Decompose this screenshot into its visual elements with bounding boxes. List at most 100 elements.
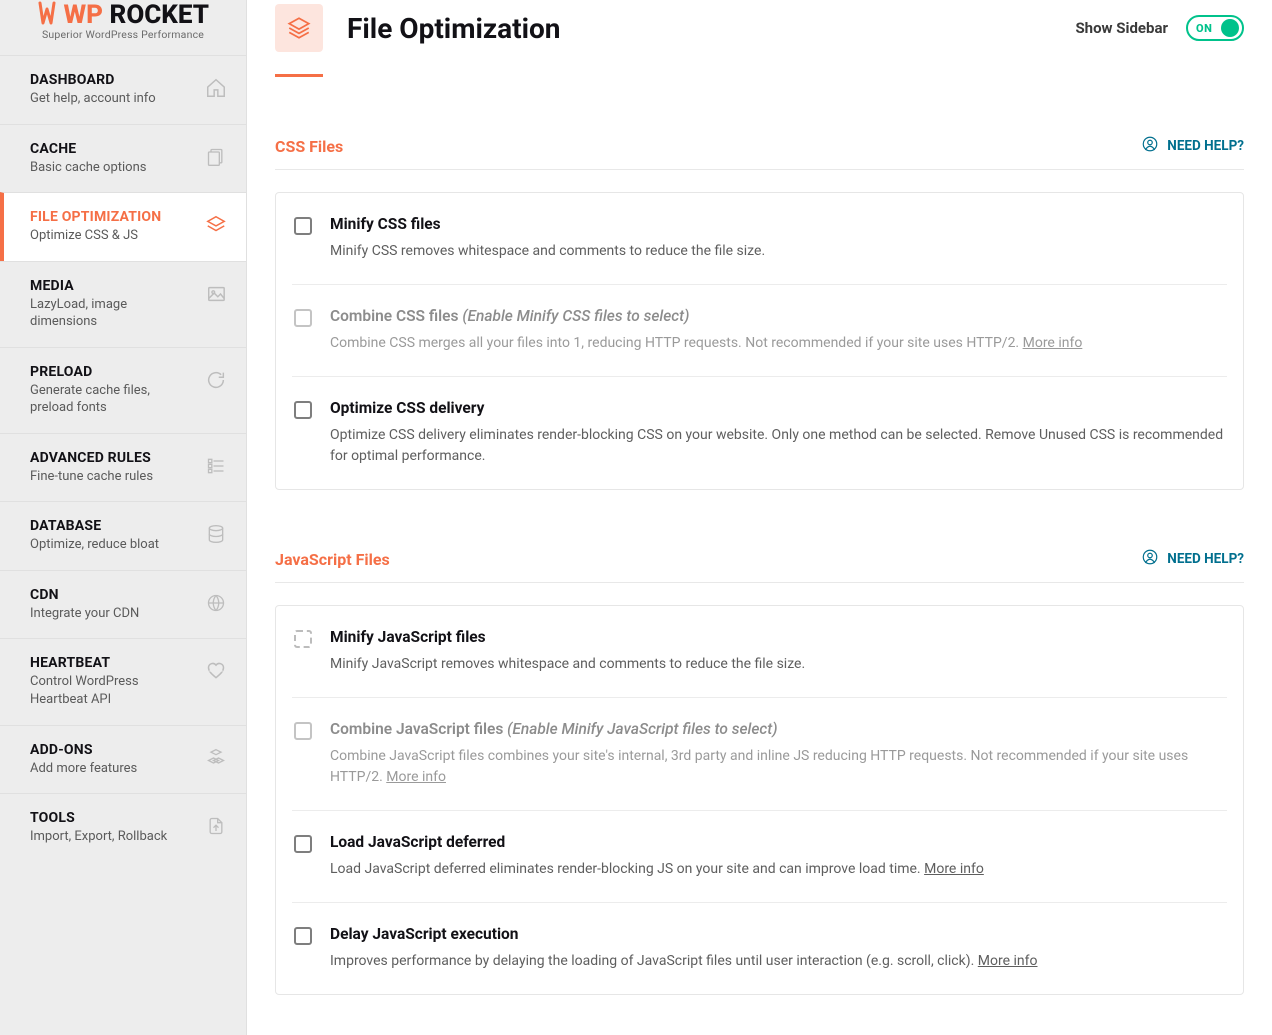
option-defer-js: Load JavaScript deferred Load JavaScript…: [292, 810, 1227, 902]
files-icon: [204, 145, 228, 169]
option-label: Delay JavaScript execution: [330, 925, 1225, 943]
nav-item-database[interactable]: DATABASE Optimize, reduce bloat: [0, 501, 246, 570]
need-help-label: NEED HELP?: [1167, 551, 1244, 567]
checkbox-combine-js: [294, 722, 312, 740]
option-label: Minify JavaScript files: [330, 628, 1225, 646]
show-sidebar-label: Show Sidebar: [1075, 19, 1168, 37]
nav-desc: Optimize, reduce bloat: [30, 536, 196, 554]
nav-desc: Import, Export, Rollback: [30, 828, 196, 846]
nav-title: DASHBOARD: [30, 72, 196, 88]
show-sidebar-toggle[interactable]: ON: [1186, 15, 1244, 41]
section-js: JavaScript Files NEED HELP? Minify JavaS…: [275, 548, 1244, 995]
panel-css: Minify CSS files Minify CSS removes whit…: [275, 192, 1244, 490]
option-optimize-css: Optimize CSS delivery Optimize CSS deliv…: [292, 376, 1227, 489]
checkbox-minify-js[interactable]: [294, 630, 312, 648]
nav-desc: Generate cache files, preload fonts: [30, 382, 196, 417]
nav: DASHBOARD Get help, account info CACHE B…: [0, 55, 246, 862]
nav-desc: Control WordPress Heartbeat API: [30, 673, 196, 708]
toggle-on-text: ON: [1196, 22, 1212, 35]
option-desc: Combine CSS merges all your files into 1…: [330, 333, 1225, 354]
globe-icon: [204, 591, 228, 615]
brand-logo: WP ROCKET Superior WordPress Performance: [0, 0, 246, 55]
checkbox-combine-css: [294, 309, 312, 327]
option-label: Combine CSS files (Enable Minify CSS fil…: [330, 307, 1225, 325]
brand-wp: WP: [64, 0, 104, 30]
nav-item-dashboard[interactable]: DASHBOARD Get help, account info: [0, 55, 246, 124]
option-hint: (Enable Minify CSS files to select): [462, 307, 689, 325]
page-header: File Optimization Show Sidebar ON: [275, 0, 1244, 52]
help-icon: [1141, 135, 1159, 157]
brand-tagline: Superior WordPress Performance: [16, 28, 230, 41]
option-minify-js: Minify JavaScript files Minify JavaScrip…: [292, 606, 1227, 697]
nav-item-cdn[interactable]: CDN Integrate your CDN: [0, 570, 246, 639]
nav-desc: Get help, account info: [30, 90, 196, 108]
option-desc: Minify JavaScript removes whitespace and…: [330, 654, 1225, 675]
nav-item-heartbeat[interactable]: HEARTBEAT Control WordPress Heartbeat AP…: [0, 638, 246, 724]
option-desc: Optimize CSS delivery eliminates render-…: [330, 425, 1225, 467]
checkbox-delay-js[interactable]: [294, 927, 312, 945]
page-layers-icon: [275, 4, 323, 52]
checkbox-optimize-css[interactable]: [294, 401, 312, 419]
nav-item-file-optimization[interactable]: FILE OPTIMIZATION Optimize CSS & JS: [0, 192, 246, 261]
more-info-link[interactable]: More info: [1023, 335, 1083, 351]
panel-js: Minify JavaScript files Minify JavaScrip…: [275, 605, 1244, 995]
section-title-css: CSS Files: [275, 137, 343, 156]
nav-title: DATABASE: [30, 518, 196, 534]
nav-desc: Integrate your CDN: [30, 605, 196, 623]
checkbox-defer-js[interactable]: [294, 835, 312, 853]
option-label: Load JavaScript deferred: [330, 833, 1225, 851]
need-help-js[interactable]: NEED HELP?: [1141, 548, 1244, 570]
option-desc: Minify CSS removes whitespace and commen…: [330, 241, 1225, 262]
help-icon: [1141, 548, 1159, 570]
nav-desc: LazyLoad, image dimensions: [30, 296, 196, 331]
nav-desc: Fine-tune cache rules: [30, 468, 196, 486]
active-tab-indicator: [275, 74, 323, 77]
heartbeat-icon: [204, 659, 228, 683]
brand-rocket: ROCKET: [103, 0, 209, 30]
option-minify-css: Minify CSS files Minify CSS removes whit…: [292, 193, 1227, 284]
checkbox-minify-css[interactable]: [294, 217, 312, 235]
nav-desc: Basic cache options: [30, 159, 196, 177]
nav-title: ADVANCED RULES: [30, 450, 196, 466]
image-icon: [204, 282, 228, 306]
nav-title: ADD-ONS: [30, 742, 196, 758]
need-help-css[interactable]: NEED HELP?: [1141, 135, 1244, 157]
option-desc: Improves performance by delaying the loa…: [330, 951, 1225, 972]
database-icon: [204, 522, 228, 546]
option-label: Combine JavaScript files (Enable Minify …: [330, 720, 1225, 738]
section-title-js: JavaScript Files: [275, 550, 390, 569]
nav-desc: Add more features: [30, 760, 196, 778]
nav-item-tools[interactable]: TOOLS Import, Export, Rollback: [0, 793, 246, 862]
option-label: Minify CSS files: [330, 215, 1225, 233]
option-label: Optimize CSS delivery: [330, 399, 1225, 417]
nav-title: CDN: [30, 587, 196, 603]
more-info-link[interactable]: More info: [924, 861, 984, 877]
nav-title: TOOLS: [30, 810, 196, 826]
nav-item-cache[interactable]: CACHE Basic cache options: [0, 124, 246, 193]
option-delay-js: Delay JavaScript execution Improves perf…: [292, 902, 1227, 994]
page-title: File Optimization: [347, 12, 561, 45]
boxes-icon: [204, 746, 228, 770]
nav-title: PRELOAD: [30, 364, 196, 380]
import-export-icon: [204, 814, 228, 838]
option-desc: Combine JavaScript files combines your s…: [330, 746, 1225, 788]
nav-title: HEARTBEAT: [30, 655, 196, 671]
refresh-icon: [204, 368, 228, 392]
option-desc: Load JavaScript deferred eliminates rend…: [330, 859, 1225, 880]
more-info-link[interactable]: More info: [386, 769, 446, 785]
nav-title: CACHE: [30, 141, 196, 157]
main-content: File Optimization Show Sidebar ON CSS Fi…: [247, 0, 1272, 1035]
option-combine-js: Combine JavaScript files (Enable Minify …: [292, 697, 1227, 810]
nav-item-addons[interactable]: ADD-ONS Add more features: [0, 725, 246, 794]
home-icon: [204, 76, 228, 100]
nav-item-advanced-rules[interactable]: ADVANCED RULES Fine-tune cache rules: [0, 433, 246, 502]
more-info-link[interactable]: More info: [978, 953, 1038, 969]
nav-item-media[interactable]: MEDIA LazyLoad, image dimensions: [0, 261, 246, 347]
nav-title: FILE OPTIMIZATION: [30, 209, 196, 225]
nav-item-preload[interactable]: PRELOAD Generate cache files, preload fo…: [0, 347, 246, 433]
sliders-icon: [204, 454, 228, 478]
option-combine-css: Combine CSS files (Enable Minify CSS fil…: [292, 284, 1227, 376]
nav-desc: Optimize CSS & JS: [30, 227, 196, 245]
need-help-label: NEED HELP?: [1167, 138, 1244, 154]
sidebar: WP ROCKET Superior WordPress Performance…: [0, 0, 247, 1035]
